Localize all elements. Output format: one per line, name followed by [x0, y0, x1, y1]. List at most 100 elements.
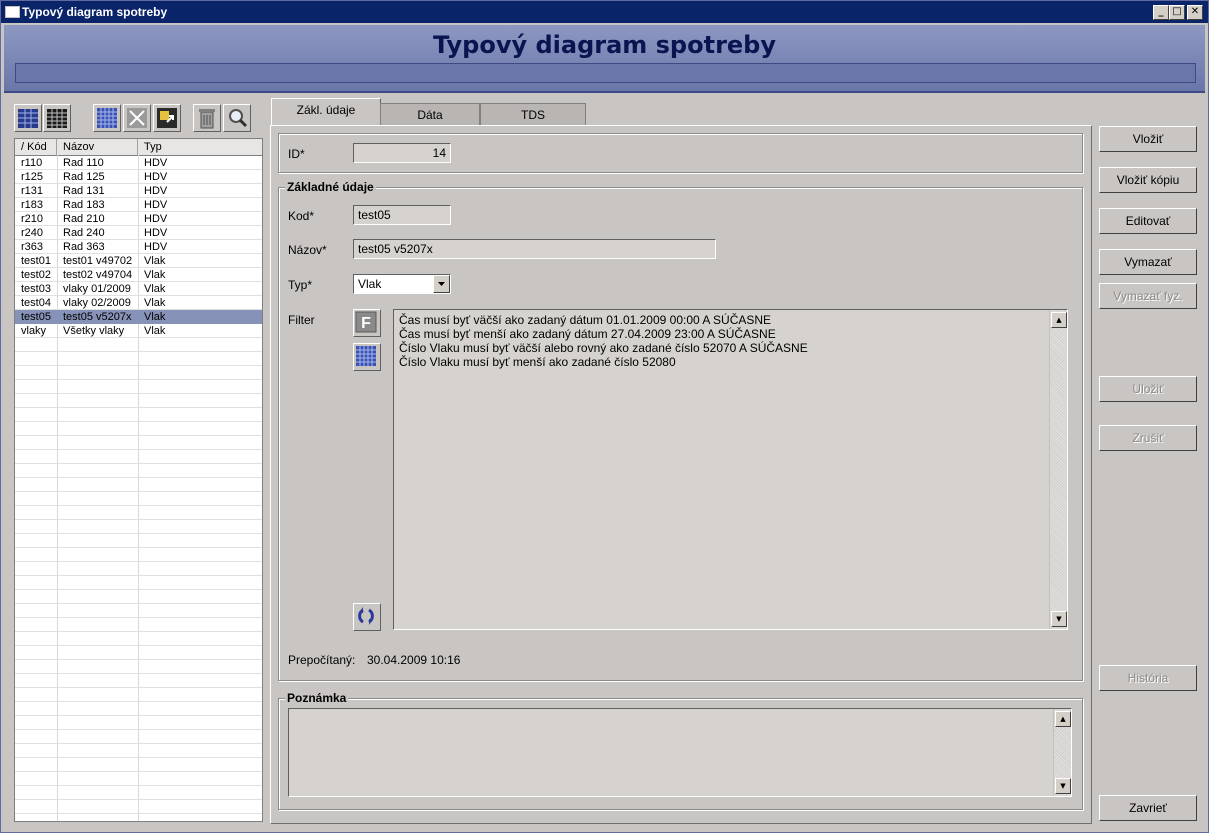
- export-button[interactable]: [153, 104, 181, 132]
- table-row[interactable]: r131 Rad 131 HDV: [15, 184, 262, 198]
- kod-label: Kod*: [288, 209, 315, 223]
- title-bar[interactable]: Typový diagram spotreby _ □ ✕: [1, 1, 1208, 23]
- table-row[interactable]: r183 Rad 183 HDV: [15, 198, 262, 212]
- cell-kod: test05: [21, 311, 51, 323]
- filter-grid-button[interactable]: [353, 343, 381, 371]
- vlozit-kopiu-button[interactable]: Vložiť kópiu: [1099, 167, 1197, 193]
- table-row[interactable]: r125 Rad 125 HDV: [15, 170, 262, 184]
- row-divider: [15, 757, 262, 758]
- grid-select-button[interactable]: [93, 104, 121, 132]
- note-text: [289, 709, 1071, 715]
- cell-typ: HDV: [144, 157, 168, 169]
- typ-label: Typ*: [288, 278, 313, 292]
- header-status-bar: [15, 63, 1196, 83]
- minimize-button[interactable]: _: [1153, 5, 1169, 20]
- kod-field[interactable]: test05: [353, 205, 451, 225]
- table-row[interactable]: r240 Rad 240 HDV: [15, 226, 262, 240]
- cell-kod: r125: [21, 171, 44, 183]
- table-row[interactable]: r110 Rad 110 HDV: [15, 156, 262, 170]
- filter-line: Číslo Vlaku musí byť menší ako zadané čí…: [399, 355, 676, 369]
- cell-nazov: vlaky 02/2009: [63, 297, 131, 309]
- vymazat-fyz-button[interactable]: Vymazať fyz.: [1099, 283, 1197, 309]
- cell-nazov: Všetky vlaky: [63, 325, 125, 337]
- row-divider: [15, 435, 262, 436]
- filter-edit-button[interactable]: F: [353, 309, 381, 337]
- cell-nazov: test01 v49702: [63, 255, 133, 267]
- tab-data[interactable]: Dáta: [380, 103, 480, 126]
- row-divider: [15, 393, 262, 394]
- filter-textarea[interactable]: Čas musí byť väčší ako zadaný dátum 01.0…: [393, 309, 1068, 630]
- historia-button[interactable]: História: [1099, 665, 1197, 691]
- nazov-field[interactable]: test05 v5207x: [353, 239, 716, 259]
- cell-typ: Vlak: [144, 283, 166, 295]
- id-label: ID*: [288, 147, 305, 161]
- row-divider: [15, 603, 262, 604]
- column-header-nazov[interactable]: Názov: [57, 139, 138, 155]
- vymazat-button[interactable]: Vymazať: [1099, 249, 1197, 275]
- editovat-button[interactable]: Editovať: [1099, 208, 1197, 234]
- table-view-button[interactable]: [43, 104, 71, 132]
- cell-nazov: vlaky 01/2009: [63, 283, 131, 295]
- cell-typ: Vlak: [144, 297, 166, 309]
- cell-typ: Vlak: [144, 269, 166, 281]
- row-divider: [15, 687, 262, 688]
- row-divider: [15, 421, 262, 422]
- search-button[interactable]: [223, 104, 251, 132]
- note-textarea[interactable]: ▲ ▼: [288, 708, 1072, 797]
- table-row[interactable]: r210 Rad 210 HDV: [15, 212, 262, 226]
- scroll-up-icon[interactable]: ▲: [1051, 312, 1067, 328]
- close-button[interactable]: ✕: [1187, 5, 1203, 20]
- row-divider: [15, 813, 262, 814]
- row-divider: [15, 785, 262, 786]
- table-row[interactable]: test05 test05 v5207x Vlak: [15, 310, 262, 324]
- column-view-button[interactable]: [14, 104, 42, 132]
- scroll-up-icon[interactable]: ▲: [1055, 711, 1071, 727]
- cell-nazov: Rad 183: [63, 199, 105, 211]
- zavriet-button[interactable]: Zavrieť: [1099, 795, 1197, 821]
- filter-button-glyph: F: [361, 315, 371, 332]
- filter-f-icon: F: [355, 311, 377, 333]
- row-divider: [15, 379, 262, 380]
- scroll-down-icon[interactable]: ▼: [1051, 611, 1067, 627]
- delete-button[interactable]: [193, 104, 221, 132]
- note-scrollbar[interactable]: ▲ ▼: [1053, 709, 1071, 796]
- cell-kod: r131: [21, 185, 44, 197]
- id-field[interactable]: 14: [353, 143, 451, 163]
- cell-kod: r240: [21, 227, 44, 239]
- cell-typ: HDV: [144, 199, 168, 211]
- row-divider: [15, 407, 262, 408]
- typ-dropdown-button[interactable]: [433, 275, 450, 293]
- tab-zakladne-udaje[interactable]: Zákl. údaje: [271, 98, 381, 125]
- table-row[interactable]: r363 Rad 363 HDV: [15, 240, 262, 254]
- refresh-icon: [358, 607, 374, 625]
- ulozit-button[interactable]: Uložiť: [1099, 376, 1197, 402]
- scroll-down-icon[interactable]: ▼: [1055, 778, 1071, 794]
- tab-tds[interactable]: TDS: [480, 103, 586, 126]
- filter-scrollbar[interactable]: ▲ ▼: [1049, 310, 1067, 629]
- table-row[interactable]: test04 vlaky 02/2009 Vlak: [15, 296, 262, 310]
- column-header-kod[interactable]: / Kód: [15, 139, 57, 155]
- clear-grid-icon: [127, 108, 147, 128]
- row-divider: [15, 505, 262, 506]
- table-row[interactable]: vlaky Všetky vlaky Vlak: [15, 324, 262, 338]
- row-divider: [15, 771, 262, 772]
- zrusit-button[interactable]: Zrušiť: [1099, 425, 1197, 451]
- clear-filter-button[interactable]: [123, 104, 151, 132]
- cell-typ: HDV: [144, 227, 168, 239]
- row-divider: [15, 477, 262, 478]
- column-header-typ[interactable]: Typ: [138, 139, 262, 155]
- nazov-label: Názov*: [288, 243, 327, 257]
- row-divider: [15, 701, 262, 702]
- maximize-button[interactable]: □: [1169, 5, 1185, 20]
- record-list[interactable]: / Kód Názov Typ r110 Rad 110 HDV r125 Rad 12…: [14, 138, 263, 822]
- table-row[interactable]: test01 test01 v49702 Vlak: [15, 254, 262, 268]
- table-row[interactable]: test03 vlaky 01/2009 Vlak: [15, 282, 262, 296]
- row-divider: [15, 799, 262, 800]
- row-divider: [15, 449, 262, 450]
- columns-icon: [18, 109, 38, 128]
- cell-nazov: Rad 110: [63, 157, 104, 169]
- vlozit-button[interactable]: Vložiť: [1099, 126, 1197, 152]
- row-divider: [15, 645, 262, 646]
- refresh-button[interactable]: [353, 603, 381, 631]
- table-row[interactable]: test02 test02 v49704 Vlak: [15, 268, 262, 282]
